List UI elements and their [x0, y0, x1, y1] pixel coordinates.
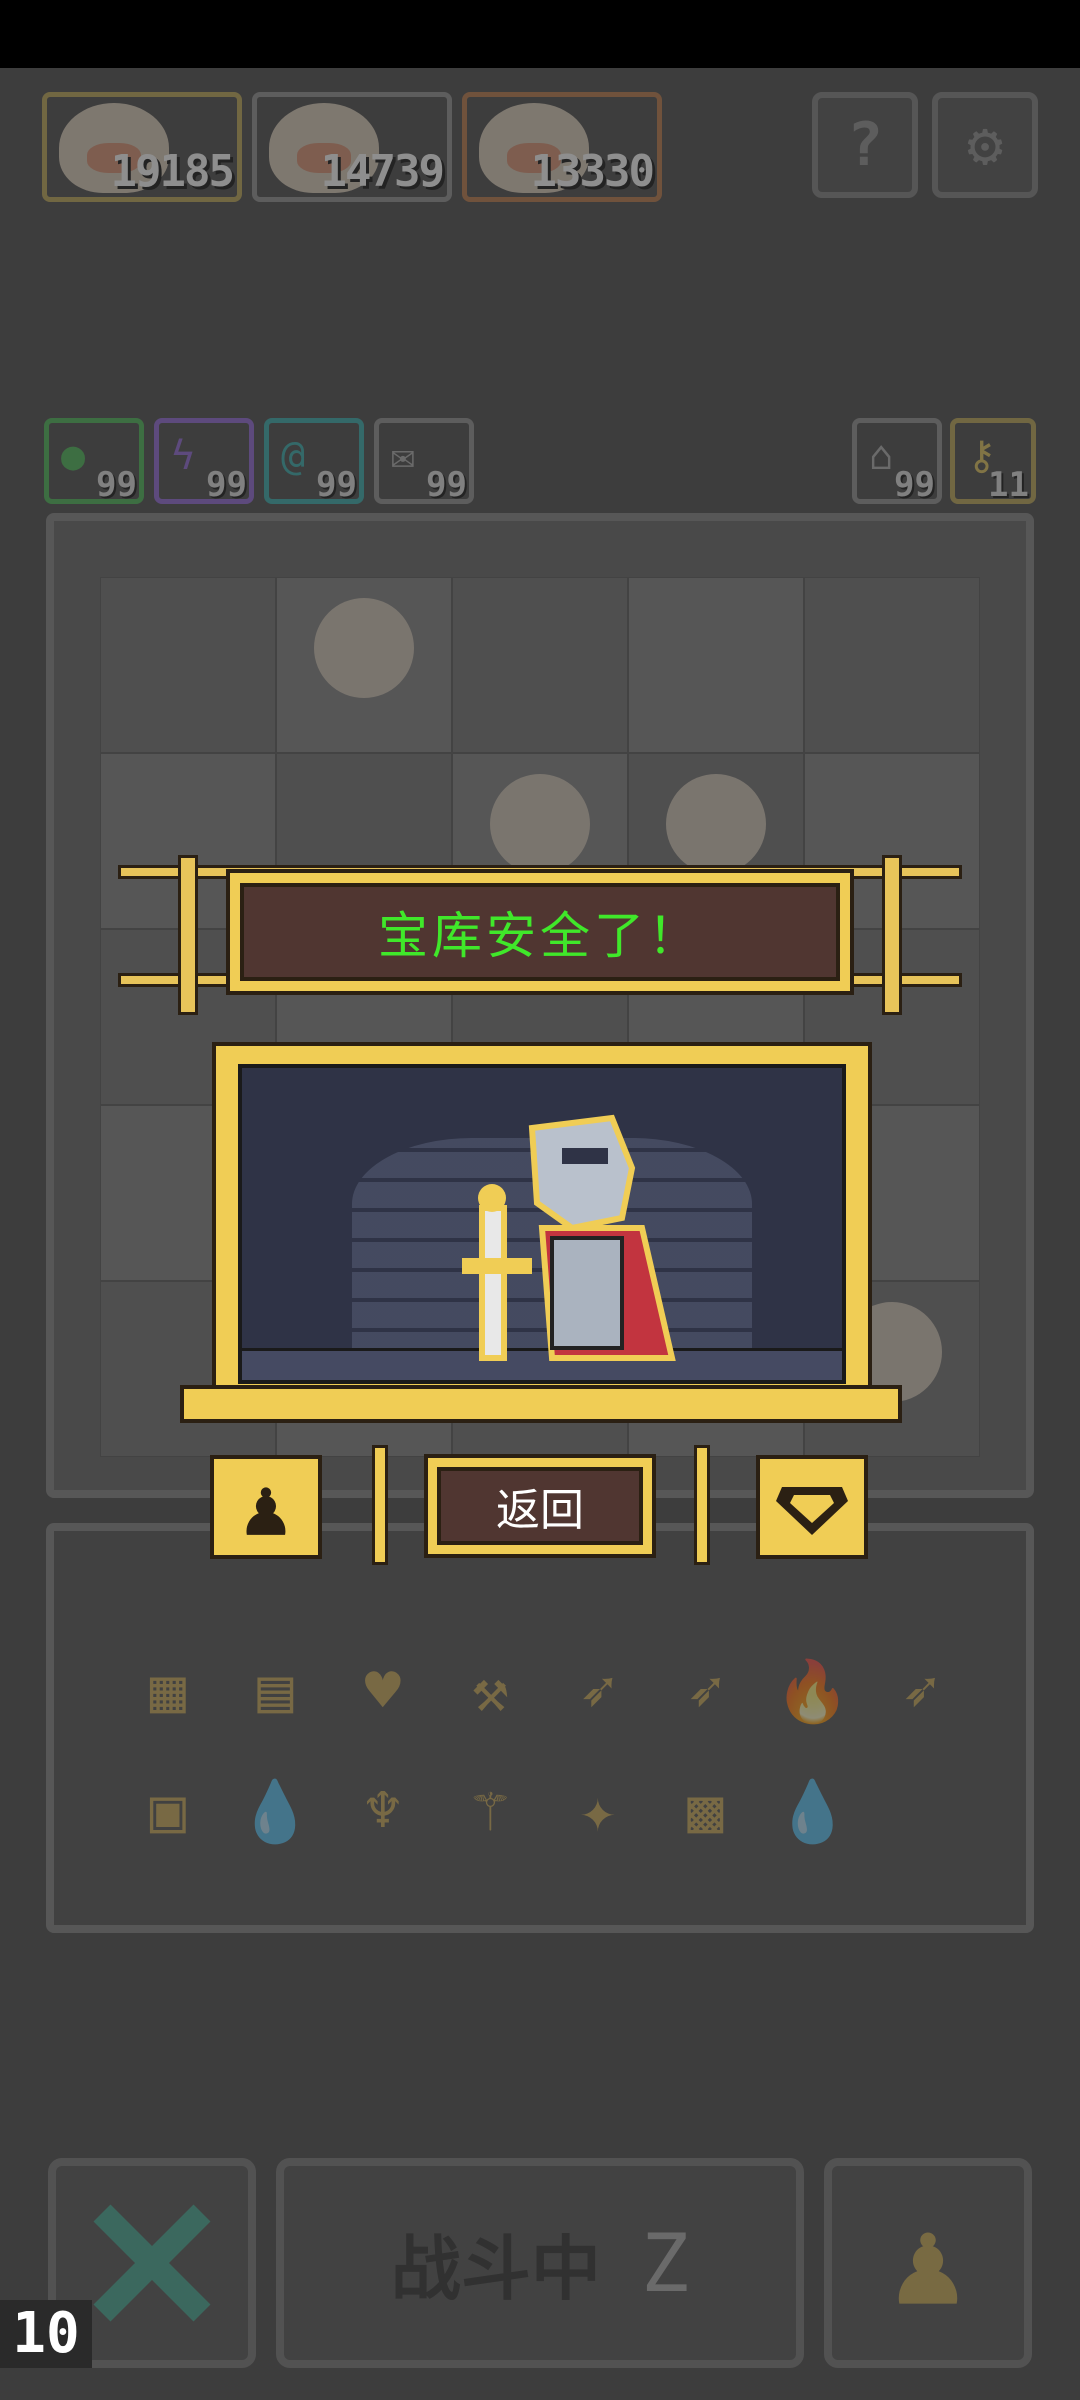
back-button-label: 返回 [496, 1485, 584, 1536]
inventory-item[interactable]: 💧 [759, 1766, 867, 1856]
orb-icon: ● [61, 433, 86, 479]
gem-icon [776, 1487, 848, 1535]
pawn-info-button[interactable]: ♟ [210, 1455, 322, 1559]
resource-return[interactable]: ⌂ 99 [852, 418, 942, 505]
lightning-icon: ϟ [171, 433, 196, 479]
gear-icon: ⚙ [966, 110, 1004, 180]
player-score: 13330 [530, 146, 655, 197]
inventory-item[interactable]: ▦ [114, 1646, 222, 1736]
knight-scene [238, 1064, 846, 1384]
battle-status-button[interactable]: 战斗中 Z [276, 2158, 804, 2368]
game-screen: 19185 14739 13330 ? ⚙ ● 99 ϟ 99 @ 99 ✉ 9… [0, 0, 1080, 2400]
board-tile[interactable] [452, 577, 628, 753]
board-tile[interactable] [276, 577, 452, 753]
board-tile[interactable] [100, 577, 276, 753]
inventory-item[interactable]: ➶ [544, 1646, 652, 1736]
sleep-icon: Z [640, 2216, 690, 2310]
resource-green[interactable]: ● 99 [44, 418, 144, 505]
player-score: 14739 [320, 146, 445, 197]
monster-sprite [314, 598, 414, 698]
resource-count: 99 [894, 465, 935, 505]
resource-count: 11 [988, 465, 1029, 505]
status-bar [0, 0, 1080, 68]
knight-sprite [462, 1114, 676, 1361]
resource-teal[interactable]: @ 99 [264, 418, 364, 505]
inventory-item[interactable]: ▩ [652, 1766, 760, 1856]
inventory-item[interactable]: ♆ [329, 1766, 437, 1856]
board-tile[interactable] [804, 577, 980, 753]
banner-post [882, 855, 902, 1015]
player-score: 19185 [110, 146, 235, 197]
inventory-panel: ▦ ▤ ♥ ⚒ ➶ ➶ 🔥 ➶ ▣ 💧 ♆ ⚚ ✦ ▩ 💧 [46, 1523, 1034, 1933]
banner-post [178, 855, 198, 1015]
resource-key[interactable]: ⚷ 11 [950, 418, 1036, 505]
resource-grey[interactable]: ✉ 99 [374, 418, 474, 505]
resource-count: 99 [206, 465, 247, 505]
banner-plate: 宝库安全了！ [230, 873, 850, 991]
frame-base [180, 1385, 902, 1423]
help-icon: ? [846, 110, 884, 180]
inventory-item[interactable]: ▤ [222, 1646, 330, 1736]
battle-status-label: 战斗中 [390, 2227, 601, 2310]
player-card-1[interactable]: 19185 [42, 92, 242, 202]
board-tile[interactable] [628, 577, 804, 753]
popup-banner: 宝库安全了！ [118, 855, 962, 1015]
help-button[interactable]: ? [812, 92, 918, 198]
settings-button[interactable]: ⚙ [932, 92, 1038, 198]
popup-title: 宝库安全了！ [378, 907, 702, 965]
wing-icon: ✉ [391, 433, 416, 479]
player-card-2[interactable]: 14739 [252, 92, 452, 202]
inventory-item[interactable]: ⚚ [437, 1766, 545, 1856]
pawn-icon: ♟ [241, 1460, 291, 1554]
back-button[interactable]: 返回 [428, 1458, 652, 1554]
inventory-item[interactable]: ➶ [867, 1646, 975, 1736]
frame-post [694, 1445, 710, 1565]
resource-count: 99 [96, 465, 137, 505]
return-icon: ⌂ [869, 433, 894, 479]
inventory-item[interactable]: 💧 [222, 1766, 330, 1856]
inventory-item[interactable]: ♥ [329, 1646, 437, 1736]
resource-count: 99 [316, 465, 357, 505]
inventory-item[interactable]: ⚒ [437, 1646, 545, 1736]
inventory-item[interactable]: ➶ [652, 1646, 760, 1736]
gem-button[interactable] [756, 1455, 868, 1559]
turn-counter: 10 [0, 2300, 92, 2368]
player-card-3[interactable]: 13330 [462, 92, 662, 202]
resource-purple[interactable]: ϟ 99 [154, 418, 254, 505]
spiral-icon: @ [281, 433, 306, 479]
inventory-grid: ▦ ▤ ♥ ⚒ ➶ ➶ 🔥 ➶ ▣ 💧 ♆ ⚚ ✦ ▩ 💧 [114, 1646, 974, 1856]
pawn-icon: ♟ [891, 2193, 965, 2333]
scene-frame [212, 1042, 872, 1412]
inventory-item[interactable]: ▣ [114, 1766, 222, 1856]
inventory-item[interactable]: ✦ [544, 1766, 652, 1856]
inventory-item[interactable]: 🔥 [759, 1646, 867, 1736]
resource-count: 99 [426, 465, 467, 505]
pawn-button[interactable]: ♟ [824, 2158, 1032, 2368]
close-icon [93, 2204, 211, 2322]
frame-post [372, 1445, 388, 1565]
